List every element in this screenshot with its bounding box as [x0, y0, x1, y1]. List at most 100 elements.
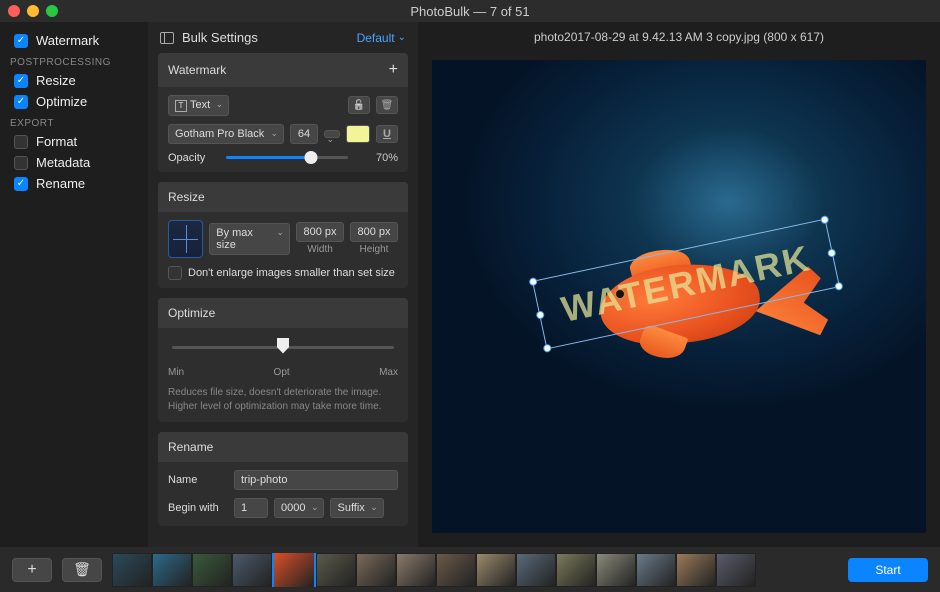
opt-opt-label: Opt	[274, 367, 290, 378]
sidebar-item-format[interactable]: Format	[0, 131, 148, 152]
start-button[interactable]: Start	[848, 558, 928, 582]
text-type-icon: T	[175, 100, 187, 112]
opt-max-label: Max	[379, 367, 398, 378]
panel-title: Resize	[168, 190, 205, 204]
sidebar-item-optimize[interactable]: Optimize	[0, 91, 148, 112]
thumbnail[interactable]	[152, 553, 192, 587]
sidebar-item-label: Metadata	[36, 155, 90, 170]
panel-title: Rename	[168, 440, 213, 454]
thumbnail[interactable]	[272, 553, 316, 587]
window-controls	[8, 5, 58, 17]
underline-button[interactable]: U	[376, 125, 398, 143]
checkbox-icon[interactable]	[14, 135, 28, 149]
resize-handle[interactable]	[827, 248, 836, 257]
sidebar-item-label: Format	[36, 134, 77, 149]
zoom-window-button[interactable]	[46, 5, 58, 17]
thumbnail[interactable]	[716, 553, 756, 587]
thumbnail[interactable]	[476, 553, 516, 587]
settings-panel: Bulk Settings Default Watermark + TText	[148, 22, 418, 547]
sidebar-item-rename[interactable]: Rename	[0, 173, 148, 194]
bottombar: + 🗑 Start	[0, 547, 940, 592]
checkbox-icon[interactable]	[14, 177, 28, 191]
thumbnail[interactable]	[112, 553, 152, 587]
font-select[interactable]: Gotham Pro Black	[168, 124, 284, 144]
sidebar-item-metadata[interactable]: Metadata	[0, 152, 148, 173]
plus-icon: +	[27, 561, 36, 579]
opacity-label: Opacity	[168, 152, 216, 164]
trash-icon: 🗑	[73, 561, 91, 578]
resize-handle[interactable]	[542, 344, 551, 353]
panel-rename: Rename Name trip-photo Begin with 1 0000…	[158, 432, 408, 526]
settings-title: Bulk Settings	[182, 30, 258, 45]
sidebar: Watermark POSTPROCESSING Resize Optimize…	[0, 22, 148, 547]
dont-enlarge-checkbox[interactable]	[168, 266, 182, 280]
thumbnail[interactable]	[596, 553, 636, 587]
preview-filename: photo2017-08-29 at 9.42.13 AM 3 copy.jpg…	[418, 22, 940, 52]
watermark-type-select[interactable]: TText	[168, 95, 229, 116]
resize-mode-select[interactable]: By max size	[209, 223, 290, 255]
optimize-slider[interactable]	[172, 346, 394, 349]
checkbox-icon[interactable]	[14, 156, 28, 170]
width-input[interactable]: 800 px	[296, 222, 344, 242]
dimensions-icon	[168, 220, 203, 258]
resize-handle[interactable]	[528, 277, 537, 286]
sidebar-item-label: Optimize	[36, 94, 87, 109]
checkbox-icon[interactable]	[14, 34, 28, 48]
opt-min-label: Min	[168, 367, 184, 378]
opacity-slider[interactable]	[226, 156, 348, 159]
thumbnail[interactable]	[232, 553, 272, 587]
thumbnail[interactable]	[356, 553, 396, 587]
thumbnail[interactable]	[556, 553, 596, 587]
begin-with-input[interactable]: 1	[234, 498, 268, 518]
thumbnail-strip[interactable]	[112, 553, 838, 587]
dont-enlarge-label: Don't enlarge images smaller than set si…	[188, 267, 395, 279]
digits-select[interactable]: 0000	[274, 498, 324, 518]
panel-watermark: Watermark + TText Gotham Pro Black 6	[158, 53, 408, 172]
position-select[interactable]: Suffix	[330, 498, 383, 518]
height-input[interactable]: 800 px	[350, 222, 398, 242]
sidebar-group-label: POSTPROCESSING	[0, 51, 148, 70]
begin-with-label: Begin with	[168, 502, 228, 514]
height-label: Height	[360, 244, 389, 255]
bulk-settings-icon	[160, 32, 174, 44]
font-size-input[interactable]: 64	[290, 124, 318, 144]
settings-header: Bulk Settings Default	[148, 22, 418, 53]
thumbnail[interactable]	[636, 553, 676, 587]
name-label: Name	[168, 474, 228, 486]
resize-handle[interactable]	[834, 282, 843, 291]
checkbox-icon[interactable]	[14, 95, 28, 109]
preview-pane: photo2017-08-29 at 9.42.13 AM 3 copy.jpg…	[418, 22, 940, 547]
add-watermark-icon[interactable]: +	[389, 61, 398, 79]
remove-images-button[interactable]: 🗑	[62, 558, 102, 582]
opacity-value: 70%	[358, 152, 398, 164]
preset-dropdown[interactable]: Default	[357, 31, 406, 45]
width-label: Width	[307, 244, 333, 255]
resize-handle[interactable]	[820, 215, 829, 224]
lock-icon[interactable]	[348, 96, 370, 114]
optimize-hint: Reduces file size, doesn't deteriorate t…	[168, 386, 398, 414]
sidebar-item-label: Rename	[36, 176, 85, 191]
trash-icon[interactable]	[376, 96, 398, 114]
checkbox-icon[interactable]	[14, 74, 28, 88]
minimize-window-button[interactable]	[27, 5, 39, 17]
thumbnail[interactable]	[676, 553, 716, 587]
panel-optimize: Optimize Min Opt Max Reduces file size, …	[158, 298, 408, 422]
resize-handle[interactable]	[535, 310, 544, 319]
thumbnail[interactable]	[436, 553, 476, 587]
thumbnail[interactable]	[192, 553, 232, 587]
panel-title: Watermark	[168, 63, 226, 77]
sidebar-item-watermark[interactable]: Watermark	[0, 30, 148, 51]
thumbnail[interactable]	[516, 553, 556, 587]
thumbnail[interactable]	[316, 553, 356, 587]
sidebar-item-resize[interactable]: Resize	[0, 70, 148, 91]
add-images-button[interactable]: +	[12, 558, 52, 582]
panel-resize: Resize By max size 800 px Width 800 px H…	[158, 182, 408, 288]
window-title: PhotoBulk — 7 of 51	[0, 4, 940, 19]
thumbnail[interactable]	[396, 553, 436, 587]
name-input[interactable]: trip-photo	[234, 470, 398, 490]
font-size-stepper[interactable]	[324, 130, 340, 138]
close-window-button[interactable]	[8, 5, 20, 17]
preview-image[interactable]: WATERMARK	[432, 60, 926, 533]
slider-thumb-icon[interactable]	[277, 338, 289, 354]
color-swatch[interactable]	[346, 125, 370, 143]
